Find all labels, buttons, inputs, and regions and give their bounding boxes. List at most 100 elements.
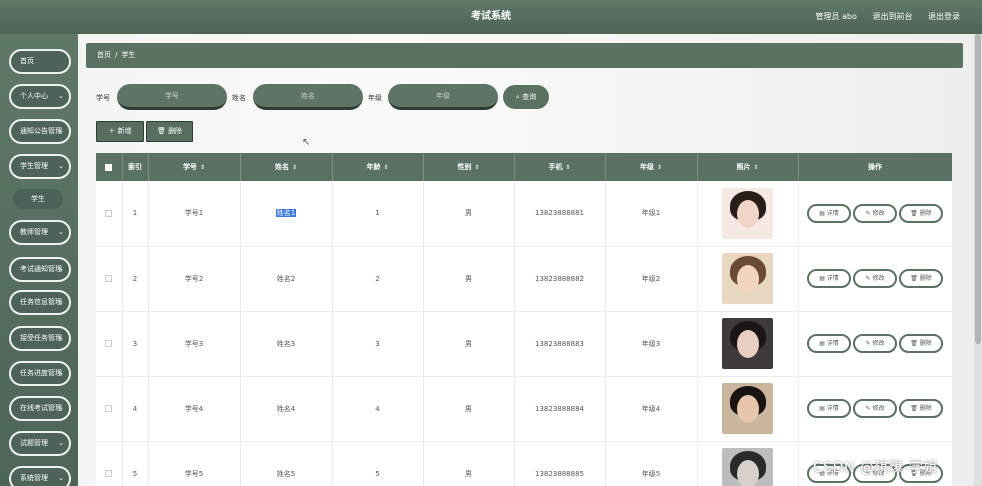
student-photo[interactable]: [722, 253, 773, 304]
sidebar-item-personal-center[interactable]: 个人中心 ⌄: [9, 84, 71, 109]
breadcrumb-home[interactable]: 首页: [97, 51, 111, 59]
header-name[interactable]: 姓名 ⇕: [240, 153, 333, 181]
name-text: 姓名5: [276, 469, 296, 478]
row-select-cell[interactable]: [96, 311, 123, 377]
plus-icon: ＋: [108, 127, 116, 135]
row-select-cell[interactable]: [96, 376, 123, 442]
sidebar-item-teachers[interactable]: 教师管理 ⌄: [9, 220, 71, 245]
name-input[interactable]: [253, 84, 363, 110]
row-select-cell[interactable]: [96, 441, 123, 486]
select-all-checkbox[interactable]: [105, 163, 113, 171]
student-no-input[interactable]: [117, 84, 227, 110]
sidebar-item-task-info[interactable]: 任务信息管理 ⌄: [9, 290, 71, 315]
detail-button[interactable]: ▤ 详情: [807, 334, 851, 353]
sidebar-item-questions[interactable]: 试题管理 ⌄: [9, 431, 71, 456]
chevron-down-icon: ⌄: [58, 265, 64, 273]
header-student-no[interactable]: 学号 ⇕: [148, 153, 241, 181]
cell-gender: 男: [423, 311, 515, 377]
edit-button[interactable]: ✎ 修改: [853, 399, 897, 418]
back-to-front-link[interactable]: 退出到前台: [872, 12, 912, 21]
select-all-header[interactable]: [96, 153, 123, 181]
name-text: 姓名3: [276, 339, 296, 348]
sidebar-item-home[interactable]: 首页: [9, 49, 71, 74]
header-photo[interactable]: 照片 ⇕: [697, 153, 799, 181]
edit-button[interactable]: ✎ 修改: [853, 334, 897, 353]
sidebar-item-students[interactable]: 学生管理 ⌄: [9, 154, 71, 179]
cell-index: 2: [122, 246, 149, 312]
edit-button[interactable]: ✎ 修改: [853, 269, 897, 288]
sort-icon: ⇕: [383, 164, 389, 171]
student-photo[interactable]: [722, 187, 773, 239]
batch-delete-label: 删除: [168, 127, 183, 135]
row-select-cell[interactable]: [96, 181, 123, 247]
cell-name: 姓名5: [240, 441, 333, 486]
header-age[interactable]: 年龄 ⇕: [332, 153, 424, 181]
row-select-cell[interactable]: [96, 246, 123, 312]
cell-index: 5: [122, 441, 149, 486]
student-photo[interactable]: [722, 383, 773, 434]
cell-gender: 男: [423, 181, 515, 247]
header-grade[interactable]: 年级 ⇕: [605, 153, 698, 181]
chevron-down-icon: ⌄: [58, 228, 64, 236]
trash-icon: 🗑: [910, 209, 918, 217]
cell-phone: 13823888884: [514, 376, 606, 442]
mouse-cursor-icon: ↖: [302, 137, 311, 148]
sidebar-item-exam-notice[interactable]: 考试通知管理 ⌄: [9, 257, 71, 282]
sidebar-item-accept-task[interactable]: 接受任务管理 ⌄: [9, 326, 71, 351]
sidebar-item-task-progress[interactable]: 任务进度管理 ⌄: [9, 361, 71, 386]
query-button[interactable]: ⌕ 查询: [503, 85, 549, 109]
chevron-down-icon: ⌄: [58, 92, 64, 100]
table-row: 1 学号1 姓名1 1 男 13823888881 年级1 ▤ 详情 ✎ 修改 🗑 删除: [96, 181, 952, 247]
delete-button[interactable]: 🗑 删除: [899, 269, 943, 288]
batch-delete-button[interactable]: 🗑 删除: [146, 121, 193, 142]
row-checkbox[interactable]: [105, 209, 113, 217]
photo-face: [737, 199, 759, 228]
detail-button[interactable]: ▤ 详情: [807, 399, 851, 418]
cell-actions: ▤ 详情 ✎ 修改 🗑 删除: [798, 311, 952, 377]
cell-phone: 13823888881: [514, 181, 606, 247]
row-checkbox[interactable]: [105, 470, 113, 477]
document-icon: ▤: [819, 405, 825, 412]
sidebar-item-system[interactable]: 系统管理 ⌄: [9, 466, 71, 486]
detail-button[interactable]: ▤ 详情: [807, 203, 851, 223]
header-gender[interactable]: 性别 ⇕: [423, 153, 515, 181]
sidebar-item-label: 任务进度管理: [20, 369, 62, 377]
sidebar-item-label: 学生管理: [20, 162, 48, 170]
photo-face: [737, 330, 759, 358]
add-button[interactable]: ＋ 新增: [96, 121, 144, 142]
cell-photo: [697, 181, 799, 247]
cell-age: 2: [332, 246, 424, 312]
student-photo[interactable]: [722, 448, 773, 486]
sidebar-item-label: 系统管理: [20, 474, 48, 482]
search-icon: ⌕: [515, 93, 520, 101]
cell-photo: [697, 441, 799, 486]
pencil-icon: ✎: [865, 209, 871, 217]
row-checkbox[interactable]: [105, 340, 113, 347]
edit-button[interactable]: ✎ 修改: [853, 203, 897, 223]
photo-face: [737, 265, 759, 293]
grade-input[interactable]: [388, 84, 498, 110]
delete-button[interactable]: 🗑 删除: [899, 399, 943, 418]
sidebar-subitem-student[interactable]: 学生: [13, 189, 63, 209]
scrollbar-thumb[interactable]: [975, 34, 981, 344]
table-row: 3 学号3 姓名3 3 男 13823888883 年级3 ▤ 详情 ✎ 修改 🗑 删除: [96, 311, 952, 377]
sidebar-item-label: 任务信息管理: [20, 298, 62, 306]
sidebar-item-label: 教师管理: [20, 228, 48, 236]
chevron-down-icon: ⌄: [58, 298, 64, 306]
sidebar-item-notice[interactable]: 通知公告管理 ⌄: [9, 119, 71, 144]
cell-student-no: 学号3: [148, 311, 241, 377]
delete-button[interactable]: 🗑 删除: [899, 334, 943, 353]
student-photo[interactable]: [722, 318, 773, 369]
trash-icon: 🗑: [156, 127, 166, 135]
cell-student-no: 学号1: [148, 181, 241, 247]
row-checkbox[interactable]: [105, 275, 113, 282]
sidebar-item-online-exam[interactable]: 在线考试管理 ⌄: [9, 396, 71, 421]
cell-student-no: 学号5: [148, 441, 241, 486]
logout-link[interactable]: 退出登录: [928, 12, 960, 21]
cell-grade: 年级4: [605, 376, 698, 442]
header-phone[interactable]: 手机 ⇕: [514, 153, 606, 181]
delete-button[interactable]: 🗑 删除: [899, 203, 943, 223]
detail-button[interactable]: ▤ 详情: [807, 269, 851, 288]
cell-actions: ▤ 详情 ✎ 修改 🗑 删除: [798, 181, 952, 247]
row-checkbox[interactable]: [105, 405, 113, 412]
